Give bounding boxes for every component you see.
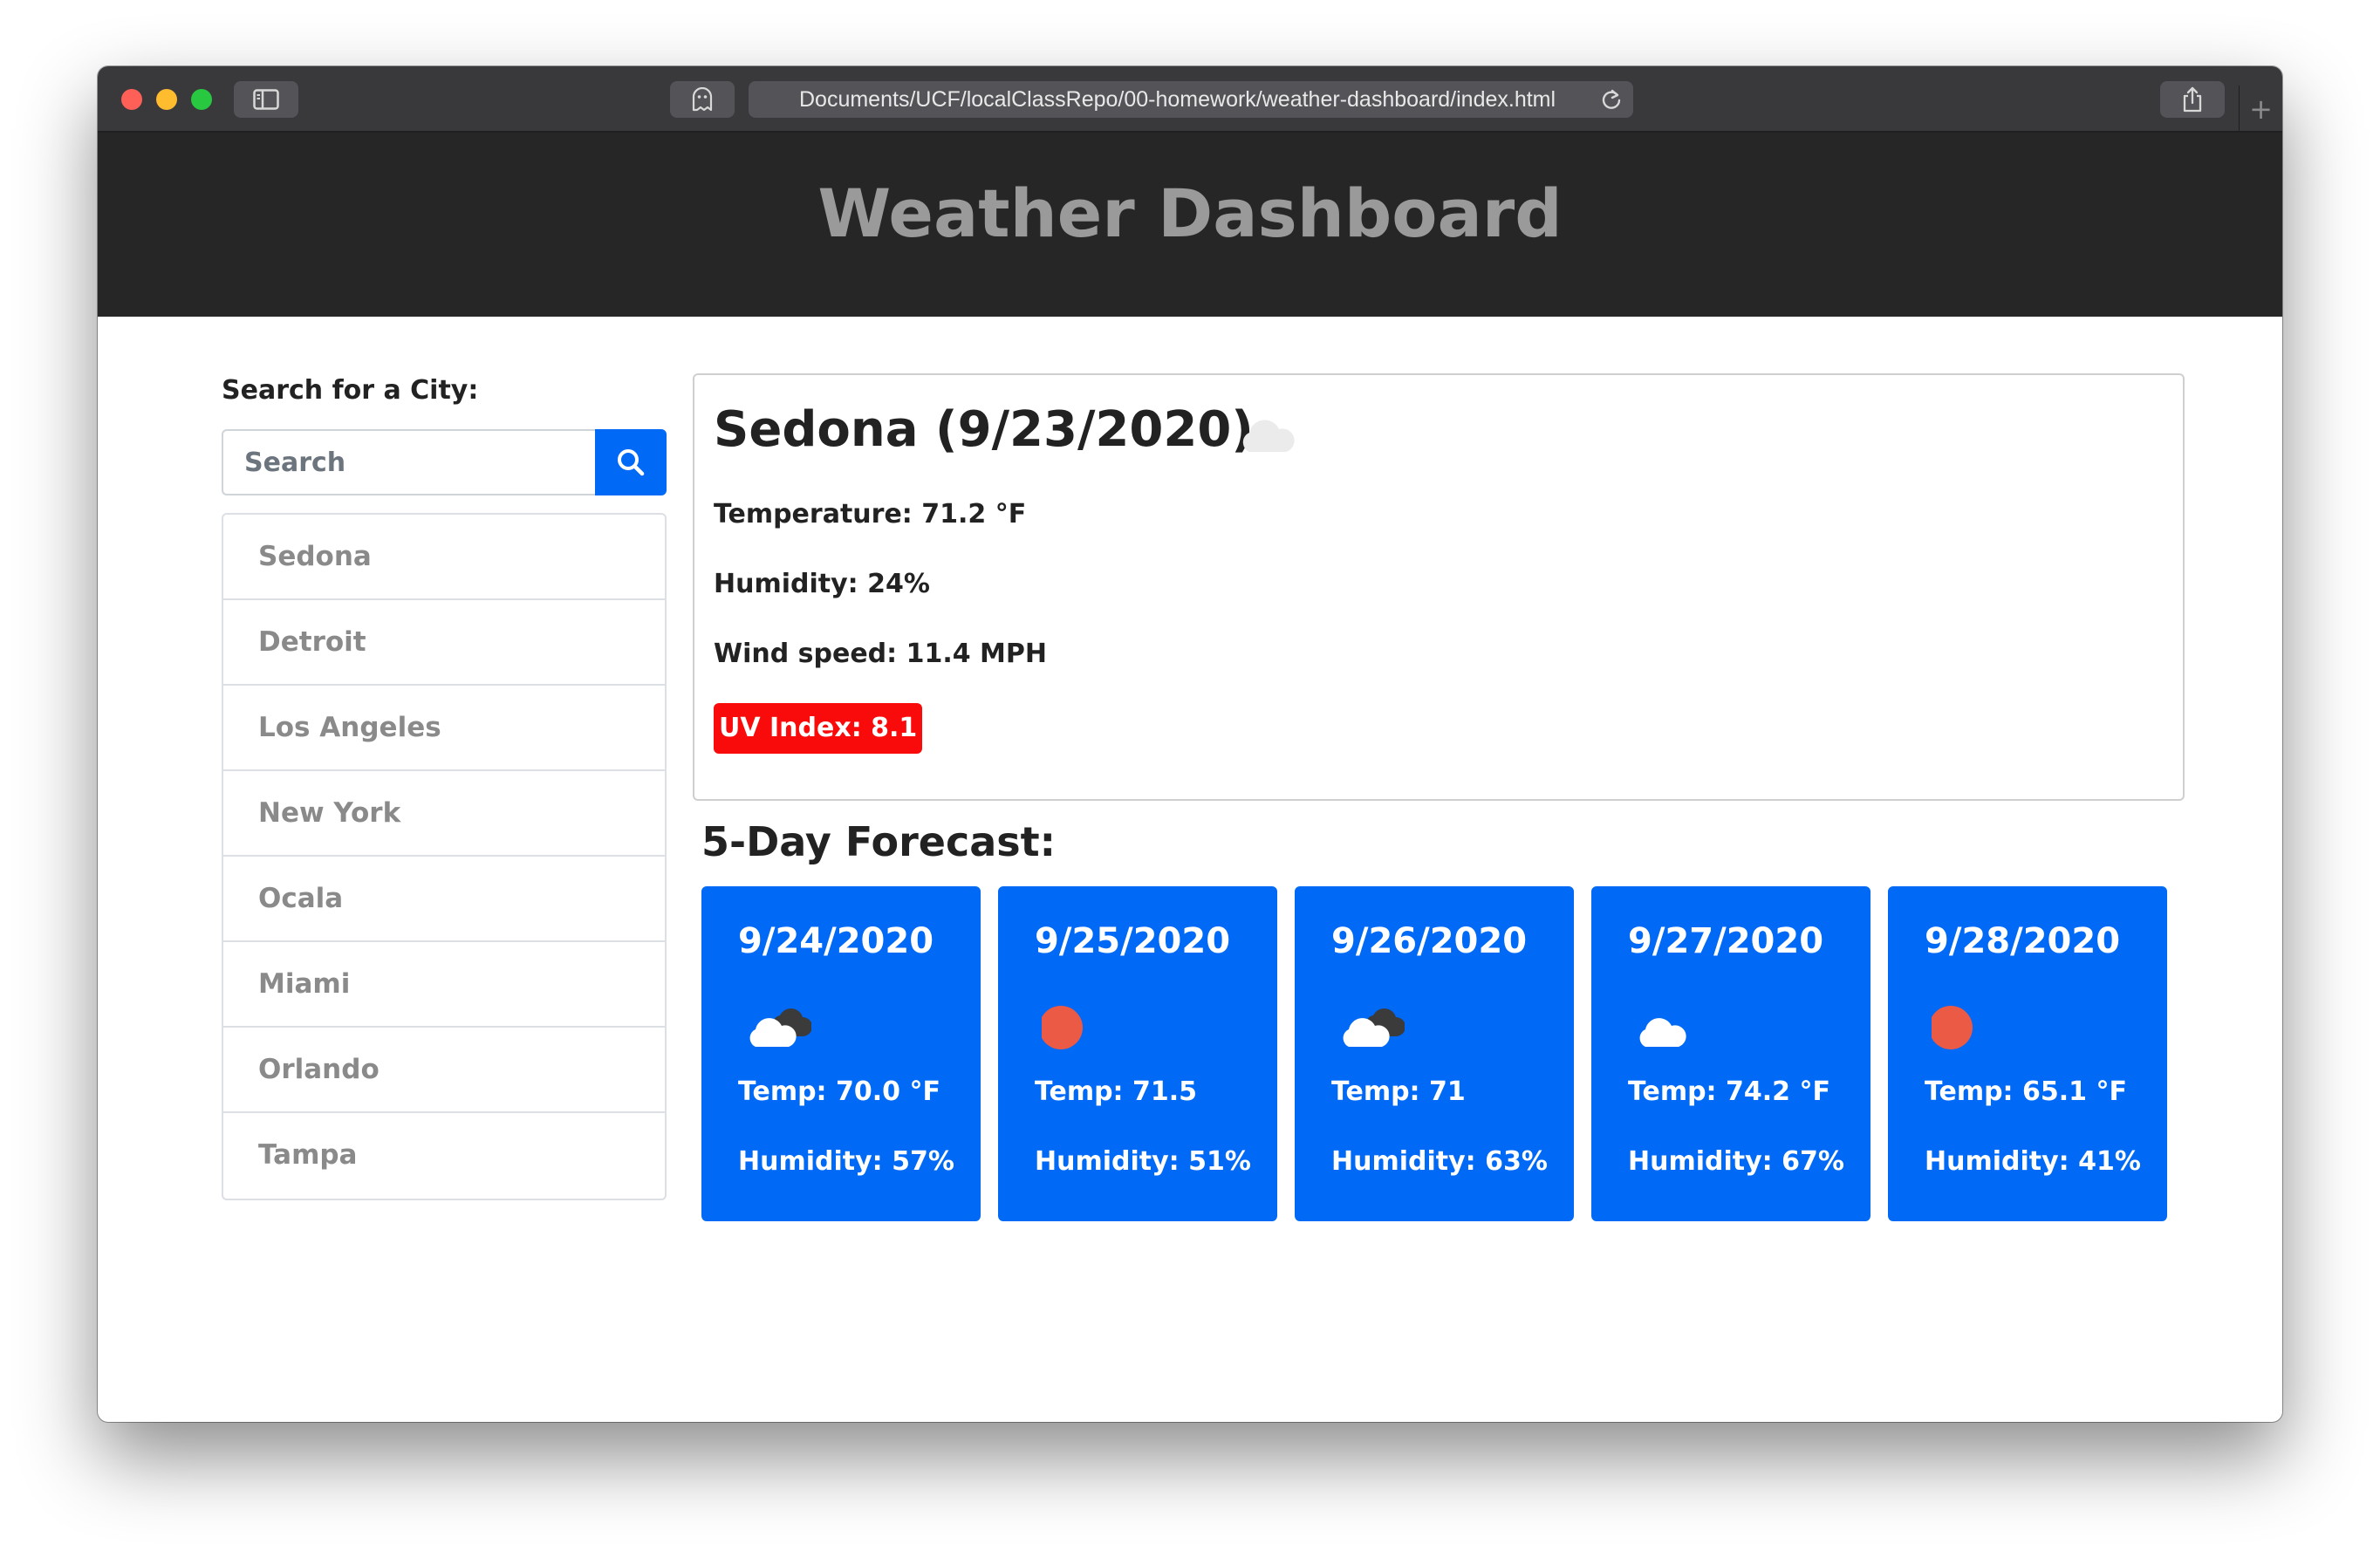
forecast-heading: 5-Day Forecast:: [701, 818, 1057, 865]
sidebar-icon: [253, 89, 279, 110]
cloud-icon: [1242, 420, 1295, 452]
forecast-temp: Temp: 74.2 °F: [1628, 1076, 1830, 1107]
minimize-window-button[interactable]: [156, 89, 177, 110]
url-text: Documents/UCF/localClassRepo/00-homework…: [799, 87, 1556, 112]
ghost-icon: [692, 87, 713, 112]
forecast-temp: Temp: 71: [1331, 1076, 1466, 1107]
search-button[interactable]: [595, 429, 667, 495]
cloudy-icon: [749, 1008, 811, 1047]
sidebar-toggle-button[interactable]: [234, 81, 298, 118]
forecast-date: 9/28/2020: [1925, 921, 2121, 961]
forecast-humidity: Humidity: 51%: [1035, 1146, 1251, 1177]
search-group: [222, 429, 667, 495]
forecast-date: 9/24/2020: [738, 921, 934, 961]
sun-icon: [1042, 1006, 1083, 1049]
forecast-card: 9/28/2020 Temp: 65.1 °F Humidity: 41%: [1888, 886, 2167, 1221]
share-icon: [2183, 86, 2202, 113]
privacy-report-button[interactable]: [670, 81, 735, 118]
address-bar[interactable]: Documents/UCF/localClassRepo/00-homework…: [749, 81, 1633, 118]
share-button[interactable]: [2160, 81, 2225, 118]
forecast-temp: Temp: 65.1 °F: [1925, 1076, 2127, 1107]
current-wind-speed: Wind speed: 11.4 MPH: [714, 639, 1048, 669]
search-icon: [618, 449, 645, 476]
new-tab-button[interactable]: +: [2239, 85, 2282, 133]
current-humidity: Humidity: 24%: [714, 569, 930, 599]
close-window-button[interactable]: [121, 89, 142, 110]
forecast-humidity: Humidity: 67%: [1628, 1146, 1844, 1177]
city-item[interactable]: Orlando: [223, 1028, 665, 1113]
search-label: Search for a City:: [222, 375, 479, 406]
search-input[interactable]: [222, 429, 595, 495]
zoom-window-button[interactable]: [191, 89, 212, 110]
forecast-humidity: Humidity: 57%: [738, 1146, 954, 1177]
cloudy-icon: [1343, 1008, 1405, 1047]
current-temperature: Temperature: 71.2 °F: [714, 499, 1027, 530]
forecast-temp: Temp: 71.5: [1035, 1076, 1198, 1107]
current-weather-card: Sedona (9/23/2020) Temperature: 71.2 °F …: [693, 373, 2185, 801]
city-item[interactable]: Ocala: [223, 857, 665, 942]
forecast-card: 9/26/2020 Temp: 71 Humidity: 63%: [1295, 886, 1574, 1221]
city-item[interactable]: Detroit: [223, 600, 665, 686]
forecast-card: 9/27/2020 Temp: 74.2 °F Humidity: 67%: [1591, 886, 1870, 1221]
sun-icon: [1932, 1006, 1973, 1049]
browser-toolbar: Documents/UCF/localClassRepo/00-homework…: [98, 66, 2282, 133]
forecast-temp: Temp: 70.0 °F: [738, 1076, 940, 1107]
reload-icon[interactable]: [1600, 88, 1623, 111]
current-city-title: Sedona (9/23/2020): [714, 401, 1254, 458]
forecast-date: 9/25/2020: [1035, 921, 1231, 961]
search-history-list: Sedona Detroit Los Angeles New York Ocal…: [222, 513, 667, 1200]
page-title: Weather Dashboard: [817, 174, 1563, 252]
city-item[interactable]: New York: [223, 771, 665, 857]
forecast-date: 9/26/2020: [1331, 921, 1528, 961]
city-item[interactable]: Tampa: [223, 1113, 665, 1199]
forecast-humidity: Humidity: 41%: [1925, 1146, 2141, 1177]
city-item[interactable]: Los Angeles: [223, 686, 665, 771]
forecast-date: 9/27/2020: [1628, 921, 1824, 961]
forecast-humidity: Humidity: 63%: [1331, 1146, 1548, 1177]
forecast-card: 9/24/2020 Temp: 70.0 °F Humidity: 57%: [701, 886, 981, 1221]
forecast-card: 9/25/2020 Temp: 71.5 Humidity: 51%: [998, 886, 1277, 1221]
forecast-row: 9/24/2020 Temp: 70.0 °F Humidity: 57% 9/…: [701, 886, 2185, 1221]
browser-window: Documents/UCF/localClassRepo/00-homework…: [98, 66, 2282, 1422]
city-item[interactable]: Miami: [223, 942, 665, 1028]
uv-index-badge: UV Index: 8.1: [714, 703, 923, 754]
cloud-icon: [1639, 1018, 1686, 1047]
page-header: Weather Dashboard: [98, 133, 2282, 317]
city-item[interactable]: Sedona: [223, 515, 665, 600]
